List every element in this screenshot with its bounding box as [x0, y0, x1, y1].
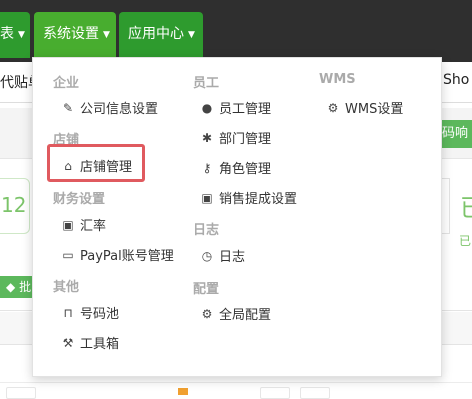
group-header-wms: WMS [319, 72, 356, 87]
edit-icon: ✎ [62, 100, 74, 115]
menu-item-label: 工具箱 [80, 337, 120, 352]
status-marker [178, 388, 188, 395]
menu-item-company-info[interactable]: ✎ 公司信息设置 [61, 98, 159, 118]
nav-tab-app-center[interactable]: 应用中心 ▼ [119, 12, 203, 58]
stat-card-value: 12 [1, 193, 27, 217]
cell-box [6, 387, 36, 399]
menu-item-label: 汇率 [80, 219, 107, 234]
group-header-finance: 财务设置 [53, 192, 106, 207]
nav-tab-label: 应用中心 [128, 26, 184, 42]
inbox-icon: ⊓ [63, 305, 73, 320]
menu-item-wms-settings[interactable]: ⚙ WMS设置 [326, 98, 404, 118]
cell-box [300, 387, 330, 399]
menu-item-staff-management[interactable]: ● 员工管理 [200, 98, 272, 118]
menu-item-number-pool[interactable]: ⊓ 号码池 [61, 303, 120, 323]
menu-item-label: 部门管理 [219, 132, 272, 147]
money-icon: ▣ [62, 217, 74, 232]
gear-icon: ⚙ [327, 100, 339, 115]
menu-item-label: 日志 [219, 250, 246, 265]
menu-item-label: 公司信息设置 [80, 102, 159, 117]
menu-item-exchange-rate[interactable]: ▣ 汇率 [61, 215, 107, 235]
group-header-log: 日志 [193, 223, 220, 238]
gavel-icon: ⚒ [62, 335, 74, 350]
money-icon: ▣ [201, 190, 213, 205]
stat-card-right-caption: 已 [459, 234, 472, 248]
menu-item-role-management[interactable]: ⚷ 角色管理 [200, 158, 272, 178]
subbar-link-right-label: Sho [443, 72, 470, 88]
group-header-other: 其他 [53, 280, 80, 295]
nav-tab-system-settings[interactable]: 系统设置 ▼ [34, 12, 116, 58]
asterisk-icon: ✱ [201, 130, 213, 145]
group-header-enterprise: 企业 [53, 76, 80, 91]
nav-tab-label: 表 [0, 26, 14, 42]
menu-item-paypal-accounts[interactable]: ▭ PayPal账号管理 [61, 245, 174, 265]
menu-item-label: 销售提成设置 [219, 192, 298, 207]
stat-card-right-value: 已 [460, 188, 472, 223]
group-header-config: 配置 [193, 282, 220, 297]
gear-icon: ⚙ [201, 306, 213, 321]
key-icon: ⚷ [202, 160, 212, 175]
menu-item-department-management[interactable]: ✱ 部门管理 [200, 128, 272, 148]
menu-item-label: 员工管理 [219, 102, 272, 117]
batch-button-label: 批 [19, 280, 32, 294]
caret-down-icon: ▼ [18, 30, 25, 40]
menu-item-label: 号码池 [80, 307, 120, 322]
menu-item-global-config[interactable]: ⚙ 全局配置 [200, 304, 272, 324]
caret-down-icon: ▼ [188, 30, 195, 40]
menu-item-log[interactable]: ◷ 日志 [200, 246, 246, 266]
top-nav-bar: 表 ▼ 系统设置 ▼ 应用中心 ▼ [0, 0, 472, 62]
menu-item-label: PayPal账号管理 [80, 249, 174, 264]
menu-item-toolbox[interactable]: ⚒ 工具箱 [61, 333, 120, 353]
table-row [0, 382, 472, 399]
clock-icon: ◷ [201, 248, 213, 263]
tag-icon: ◆ [6, 280, 16, 294]
credit-card-icon: ▭ [62, 247, 74, 262]
stat-card-left: 12 [0, 178, 30, 234]
batch-button[interactable]: ◆ 批 [0, 276, 36, 298]
cell-box [260, 387, 290, 399]
menu-item-store-management[interactable]: ⌂ 店铺管理 [61, 156, 133, 176]
system-settings-dropdown: 企业 ✎ 公司信息设置 店铺 ⌂ 店铺管理 财务设置 ▣ 汇率 ▭ PayPal账号管理… [32, 57, 442, 377]
menu-item-sales-commission[interactable]: ▣ 销售提成设置 [200, 188, 298, 208]
menu-item-label: WMS设置 [345, 102, 404, 117]
menu-item-label: 店铺管理 [80, 160, 133, 175]
user-icon: ● [201, 100, 213, 115]
home-icon: ⌂ [64, 158, 72, 173]
nav-tab-label: 系统设置 [43, 26, 99, 42]
nav-tab-reports[interactable]: 表 ▼ [0, 12, 30, 58]
menu-item-label: 全局配置 [219, 308, 272, 323]
menu-item-label: 角色管理 [219, 162, 272, 177]
group-header-staff: 员工 [193, 76, 220, 91]
caret-down-icon: ▼ [103, 30, 110, 40]
